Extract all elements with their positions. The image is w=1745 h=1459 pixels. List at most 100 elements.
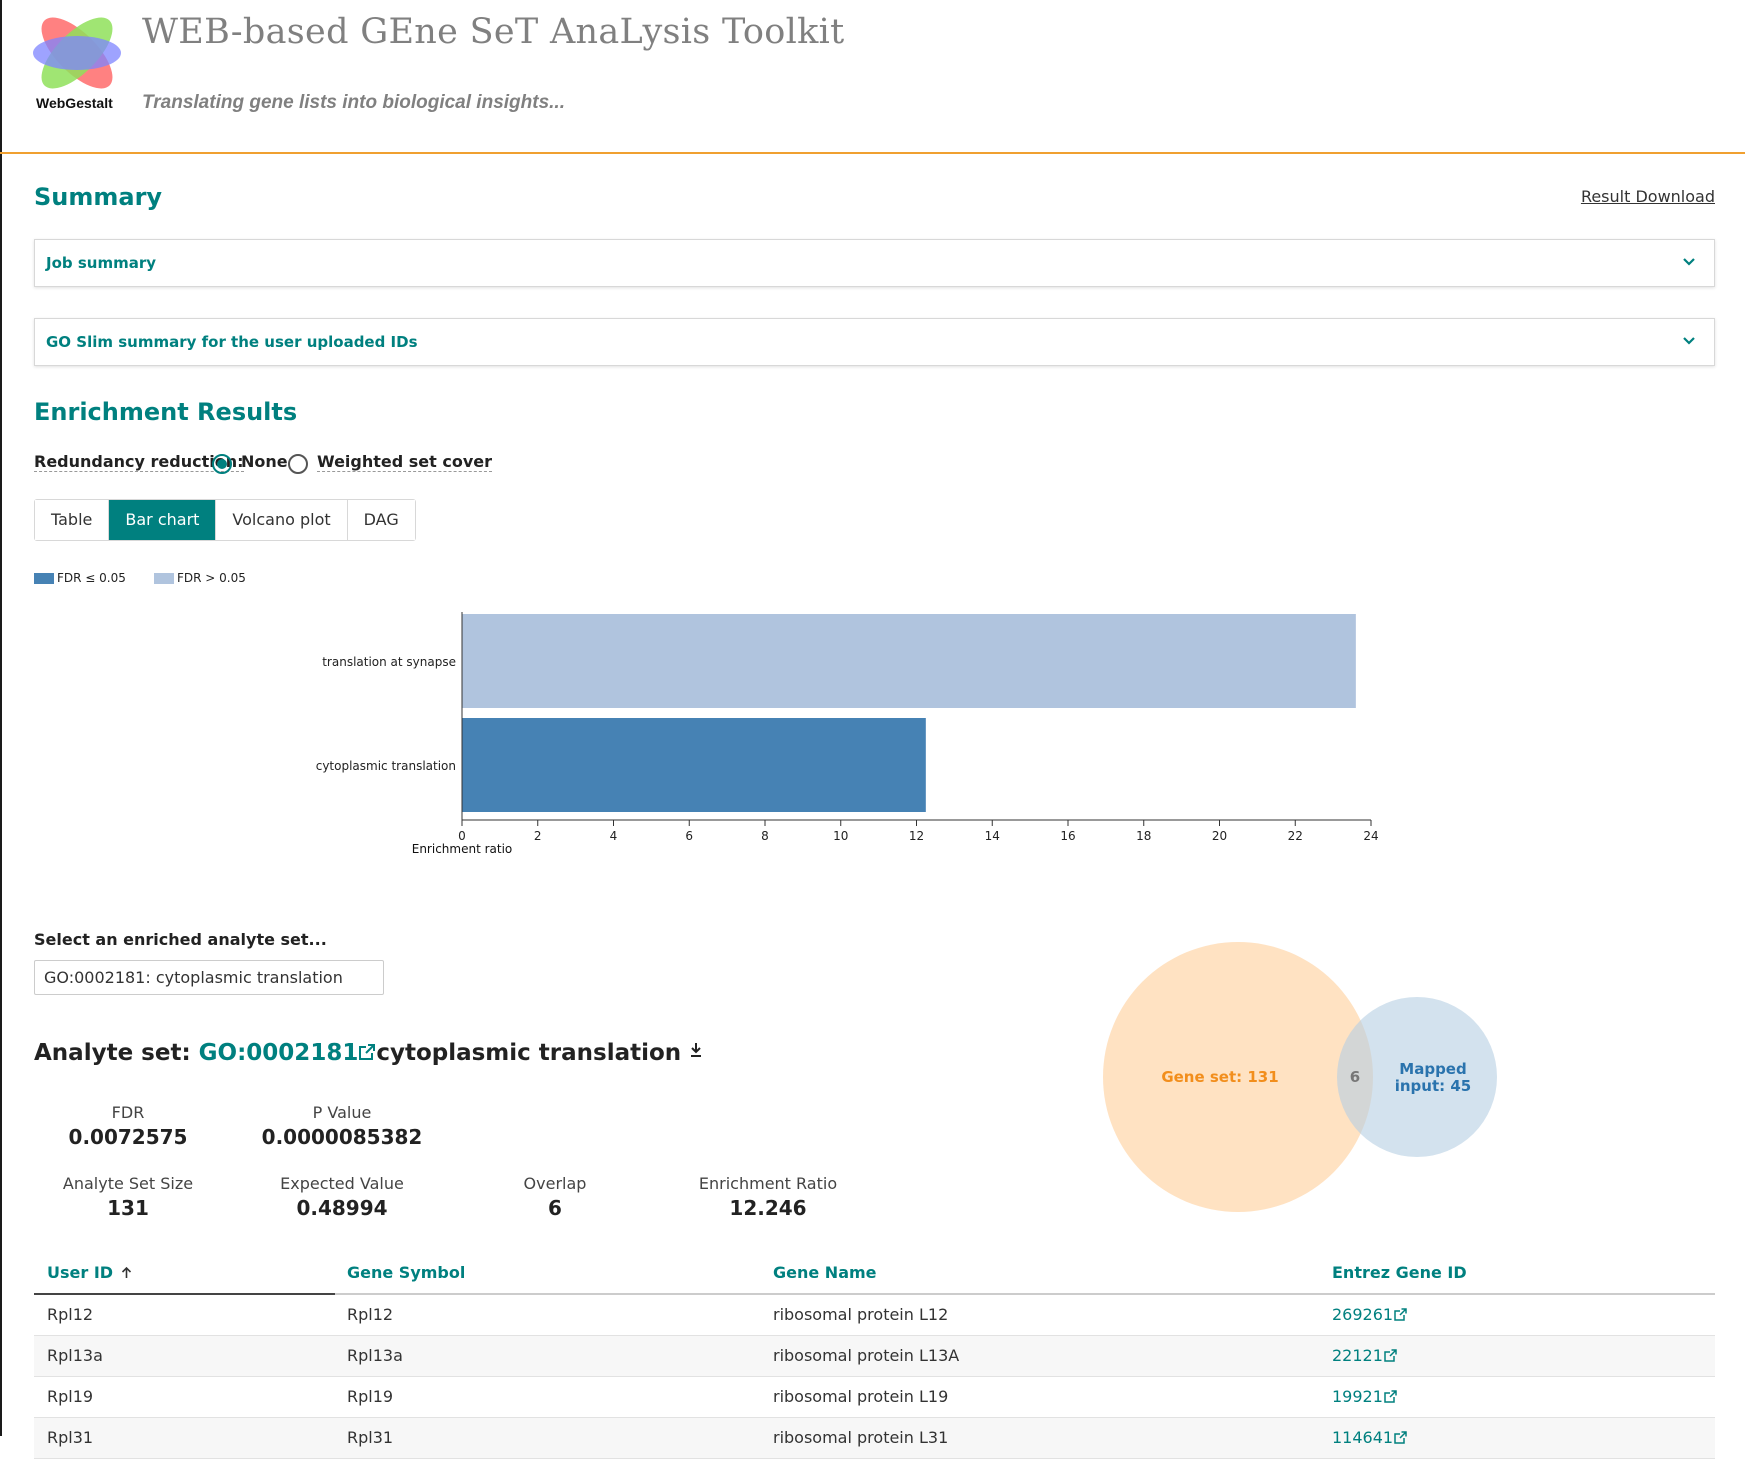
column-header-user-id[interactable]: User ID — [47, 1263, 133, 1282]
table-row: Rpl13a Rpl13a ribosomal protein L13A 221… — [34, 1336, 1715, 1377]
table-row: Rpl19 Rpl19 ribosomal protein L19 19921 — [34, 1377, 1715, 1418]
x-tick-label: 20 — [1212, 829, 1227, 843]
cell-user-id: Rpl13a — [47, 1346, 103, 1365]
stat-value: 0.48994 — [296, 1196, 388, 1220]
bar-translation-at-synapse — [462, 614, 1356, 708]
category-label: translation at synapse — [322, 655, 456, 669]
go-slim-summary-panel[interactable]: GO Slim summary for the user uploaded ID… — [34, 318, 1715, 366]
cell-gene-name: ribosomal protein L31 — [773, 1428, 949, 1447]
entrez-id[interactable]: 22121 — [1332, 1346, 1383, 1365]
stat-overlap: Overlap 6 — [455, 1174, 655, 1220]
tab-table[interactable]: Table — [35, 500, 110, 540]
x-axis-label: Enrichment ratio — [412, 842, 513, 856]
app-subtitle: Translating gene lists into biological i… — [142, 92, 565, 113]
venn-diagram: Gene set: 131 6 Mapped input: 45 — [1103, 942, 1497, 1212]
x-tick-label: 10 — [833, 829, 848, 843]
analyte-go-link[interactable]: GO:0002181 — [199, 1040, 359, 1066]
category-label: cytoplasmic translation — [316, 759, 456, 773]
stat-value: 131 — [107, 1196, 149, 1220]
enrichment-bar-chart: translation at synapse cytoplasmic transl… — [316, 612, 1379, 856]
legend-fdr-nonsignificant: FDR > 0.05 — [154, 571, 246, 585]
app-title: WEB-based GEne SeT AnaLysis Toolkit — [142, 12, 845, 52]
mapped-input-label-line1: Mapped — [1399, 1060, 1466, 1078]
cell-gene-name: ribosomal protein L13A — [773, 1346, 960, 1365]
stat-label: Expected Value — [280, 1174, 404, 1193]
external-link-icon[interactable] — [358, 1043, 376, 1061]
tab-bar-chart[interactable]: Bar chart — [109, 500, 217, 540]
x-tick-label: 0 — [458, 829, 466, 843]
x-tick-label: 6 — [685, 829, 693, 843]
radio-none[interactable] — [212, 454, 232, 474]
x-tick-label: 24 — [1363, 829, 1378, 843]
cell-gene-symbol: Rpl12 — [347, 1305, 394, 1324]
analyte-set-select[interactable]: GO:0002181: cytoplasmic translation — [34, 960, 384, 995]
external-link-icon[interactable] — [1394, 1308, 1407, 1321]
cell-entrez-link[interactable]: 269261 — [1332, 1305, 1407, 1324]
column-header-entrez-id[interactable]: Entrez Gene ID — [1332, 1263, 1467, 1282]
tab-dag[interactable]: DAG — [347, 500, 415, 540]
gene-table: User ID Gene Symbol Gene Name Entrez Gen… — [34, 1255, 1715, 1459]
cell-user-id: Rpl31 — [47, 1428, 94, 1447]
external-link-icon[interactable] — [1394, 1431, 1407, 1444]
summary-heading: Summary — [34, 183, 163, 211]
gene-set-label: Gene set: 131 — [1161, 1068, 1278, 1086]
chevron-down-icon[interactable] — [1680, 331, 1698, 349]
bar-cytoplasmic-translation — [462, 718, 926, 812]
stat-expected-value: Expected Value 0.48994 — [242, 1174, 442, 1220]
cell-entrez-link[interactable]: 114641 — [1332, 1428, 1407, 1447]
cell-gene-symbol: Rpl31 — [347, 1428, 394, 1447]
radio-weighted-set-cover[interactable] — [288, 454, 308, 474]
cell-gene-symbol: Rpl19 — [347, 1387, 394, 1406]
cell-gene-name: ribosomal protein L19 — [773, 1387, 949, 1406]
table-row: Rpl12 Rpl12 ribosomal protein L12 269261 — [34, 1295, 1715, 1336]
x-tick-label: 22 — [1288, 829, 1303, 843]
overlap-label: 6 — [1350, 1068, 1360, 1086]
x-tick-label: 12 — [909, 829, 924, 843]
external-link-icon[interactable] — [1384, 1349, 1397, 1362]
mapped-input-label-line2: input: 45 — [1395, 1077, 1472, 1095]
column-header-gene-name[interactable]: Gene Name — [773, 1263, 877, 1282]
entrez-id[interactable]: 269261 — [1332, 1305, 1393, 1324]
stat-enrichment-ratio: Enrichment Ratio 12.246 — [668, 1174, 868, 1220]
entrez-id[interactable]: 19921 — [1332, 1387, 1383, 1406]
webgestalt-logo — [33, 17, 121, 89]
analyte-name: cytoplasmic translation — [376, 1040, 682, 1066]
analyte-prefix: Analyte set: — [34, 1040, 191, 1066]
cell-user-id: Rpl19 — [47, 1387, 94, 1406]
logo-text: WebGestalt — [36, 95, 113, 111]
stat-label: P Value — [312, 1103, 372, 1122]
cell-entrez-link[interactable]: 19921 — [1332, 1387, 1397, 1406]
option-none-label[interactable]: None — [241, 452, 288, 471]
column-header-gene-symbol[interactable]: Gene Symbol — [347, 1263, 465, 1282]
legend-fdr-significant: FDR ≤ 0.05 — [34, 571, 126, 585]
x-tick-label: 4 — [610, 829, 618, 843]
entrez-id[interactable]: 114641 — [1332, 1428, 1393, 1447]
external-link-icon[interactable] — [1384, 1390, 1397, 1403]
stat-analyte-set-size: Analyte Set Size 131 — [28, 1174, 228, 1220]
analyte-set-title: Analyte set: GO:0002181 cytoplasmic trans… — [34, 1040, 703, 1066]
cell-entrez-link[interactable]: 22121 — [1332, 1346, 1397, 1365]
x-tick-label: 2 — [534, 829, 542, 843]
stat-label: Enrichment Ratio — [698, 1174, 838, 1193]
x-tick-label: 18 — [1136, 829, 1151, 843]
result-download-link[interactable]: Result Download — [1581, 187, 1715, 206]
enrichment-heading: Enrichment Results — [34, 398, 298, 426]
job-summary-label: Job summary — [46, 254, 157, 272]
x-tick-label: 14 — [985, 829, 1000, 843]
stat-label: Overlap — [523, 1174, 587, 1193]
table-row: Rpl31 Rpl31 ribosomal protein L31 114641 — [34, 1418, 1715, 1459]
stat-value: 0.0000085382 — [261, 1125, 423, 1149]
download-icon[interactable] — [689, 1042, 703, 1058]
tab-volcano-plot[interactable]: Volcano plot — [216, 500, 348, 540]
legend-swatch — [34, 572, 54, 584]
job-summary-panel[interactable]: Job summary — [34, 239, 1715, 287]
cell-gene-symbol: Rpl13a — [347, 1346, 403, 1365]
chevron-down-icon[interactable] — [1680, 252, 1698, 270]
stat-p-value: P Value 0.0000085382 — [242, 1103, 442, 1149]
stat-value: 6 — [548, 1196, 562, 1220]
stat-value: 0.0072575 — [68, 1125, 188, 1149]
legend-label: FDR ≤ 0.05 — [57, 571, 126, 585]
sort-ascending-icon[interactable] — [120, 1266, 133, 1279]
view-tabs: Table Bar chart Volcano plot DAG — [34, 499, 416, 541]
option-weighted-label[interactable]: Weighted set cover — [317, 452, 493, 472]
